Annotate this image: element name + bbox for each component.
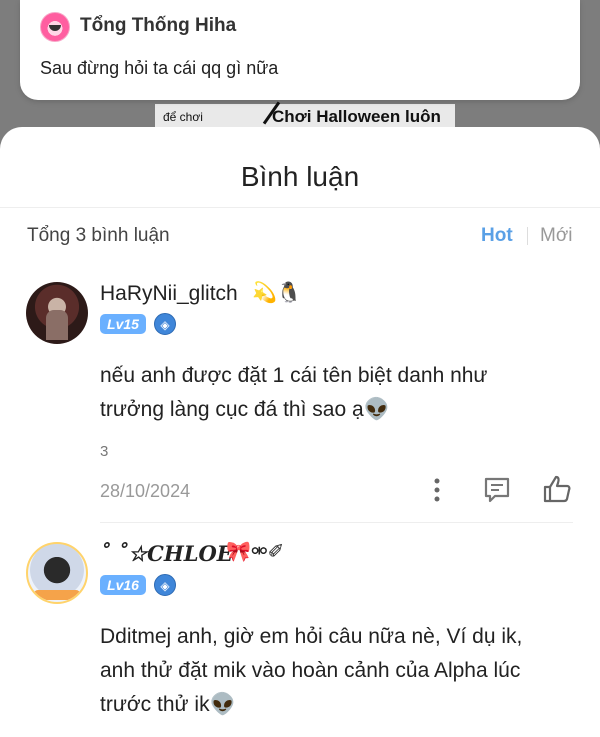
notification-card[interactable]: Tổng Thống Hiha Sau đừng hỏi ta cái qq g… <box>20 0 580 100</box>
comment-text: Dditmej anh, giờ em hỏi câu nữa nè, Ví d… <box>100 620 570 722</box>
comment-date: 28/10/2024 <box>100 481 191 501</box>
alien-emoji-icon: 👽 <box>209 693 236 716</box>
comment-text-line: trưởng làng cục đá thì sao ạ👽 <box>100 398 390 421</box>
comments-sheet: Bình luận Tổng 3 bình luận Hot Mới HaRyN… <box>0 127 600 737</box>
comment-text-line: trước thử ik👽 <box>100 693 236 716</box>
comment-text: nếu anh được đặt 1 cái tên biệt danh như… <box>100 359 570 427</box>
like-thumb-icon[interactable] <box>542 474 572 504</box>
avatar[interactable] <box>26 282 88 344</box>
header-divider <box>0 207 600 208</box>
background-label-left: để chơi <box>163 110 203 124</box>
more-options-icon[interactable] <box>422 475 452 505</box>
sort-new-tab[interactable]: Mới <box>540 225 573 247</box>
notification-avatar <box>40 12 70 42</box>
comment-total: Tổng 3 bình luận <box>27 225 170 246</box>
reply-comment-icon[interactable] <box>482 475 512 505</box>
notification-title: Tổng Thống Hiha <box>80 15 237 36</box>
background-label-right: Chơi Halloween luôn <box>272 107 441 126</box>
username-decoration: 🎀⚮✐ <box>226 541 285 563</box>
comment-username[interactable]: HaRyNii_glitch <box>100 282 238 306</box>
level-badge: Lv16 <box>100 575 146 595</box>
sheet-title: Bình luận <box>240 161 360 192</box>
comment-text-line: nếu anh được đặt 1 cái tên biệt danh như <box>100 364 488 387</box>
notification-message: Sau đừng hỏi ta cái qq gì nữa <box>40 58 279 78</box>
rank-badge-icon: ◈ <box>154 313 176 335</box>
reply-count[interactable]: 3 <box>100 443 108 460</box>
alien-emoji-icon: 👽 <box>363 398 390 421</box>
username-decoration: 💫🐧 <box>252 282 302 304</box>
rank-badge-icon: ◈ <box>154 574 176 596</box>
comment-username[interactable]: ˚ ˚☆CHLOE <box>100 541 233 566</box>
sort-hot-tab[interactable]: Hot <box>481 225 513 247</box>
comment-divider <box>100 522 573 523</box>
comment-text-line: Dditmej anh, giờ em hỏi câu nữa nè, Ví d… <box>100 625 523 648</box>
comment-text-line: anh thử đặt mik vào hoàn cảnh của Alpha … <box>100 659 521 682</box>
sort-separator <box>527 227 528 245</box>
avatar[interactable] <box>26 542 88 604</box>
level-badge: Lv15 <box>100 314 146 334</box>
